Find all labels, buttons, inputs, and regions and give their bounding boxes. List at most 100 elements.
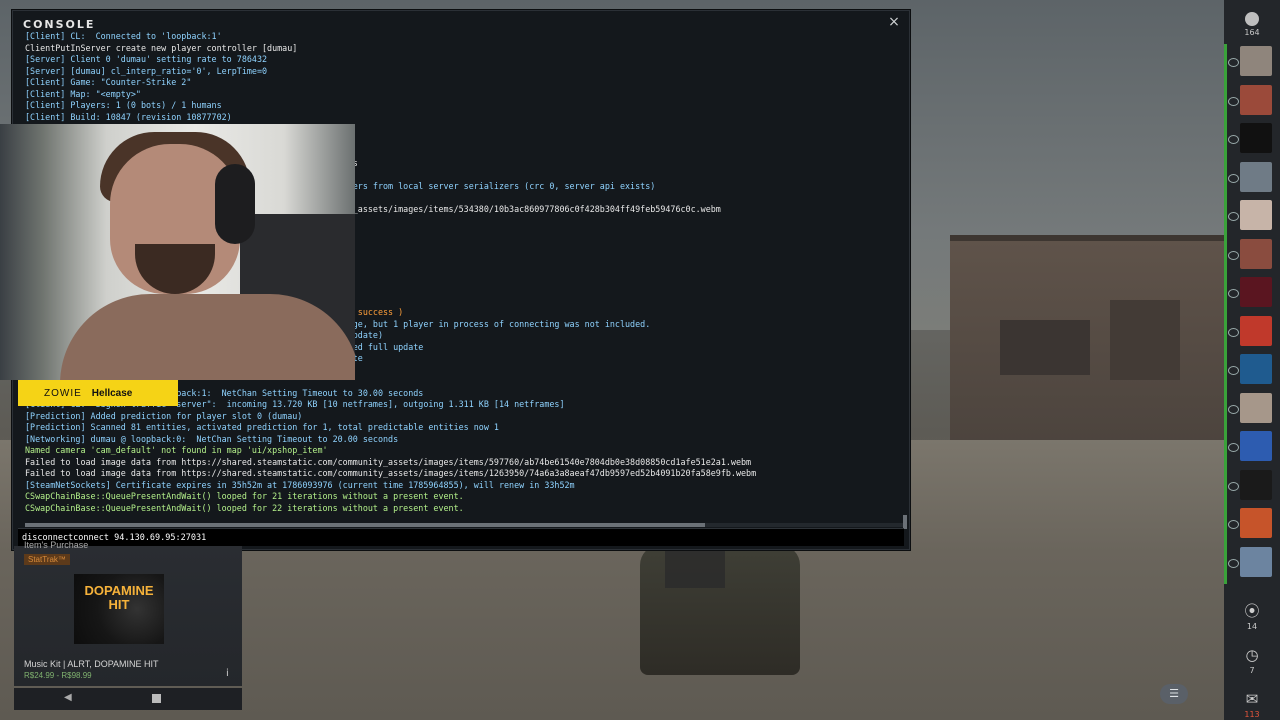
stattrak-badge: StatTrak™: [24, 554, 70, 565]
vertical-scrollbar-thumb[interactable]: [903, 515, 907, 529]
stop-icon[interactable]: [152, 694, 161, 703]
chat-button[interactable]: ☰: [1160, 684, 1188, 704]
watch-icon: [1228, 366, 1239, 375]
mail-count: 113: [1244, 710, 1260, 719]
music-kit-card[interactable]: Item's Purchase StatTrak™ DOPAMINE HIT M…: [14, 540, 242, 686]
music-kit-name: Music Kit | ALRT, DOPAMINE HIT: [24, 659, 159, 669]
watch-icon: [1228, 558, 1239, 568]
watch-icon: [1228, 327, 1239, 337]
info-icon[interactable]: ⅰ: [226, 668, 232, 680]
headset: [215, 164, 255, 244]
console-command-field[interactable]: [18, 528, 904, 546]
music-kit-art-title: DOPAMINE HIT: [84, 583, 154, 612]
friend-avatar[interactable]: [1228, 468, 1276, 504]
avatar: [1240, 238, 1272, 269]
console-line: Named camera 'cam_default' not found in …: [25, 445, 328, 455]
console-line: [Server] [dumau] cl_interp_ratio='0', Le…: [25, 65, 268, 76]
watch-icon: [1228, 58, 1239, 67]
console-line: [Prediction] Scanned 81 entities, activa…: [25, 422, 499, 432]
friend-avatar[interactable]: [1228, 352, 1276, 388]
previous-icon[interactable]: ◀: [64, 692, 72, 703]
friend-avatar[interactable]: [1228, 545, 1276, 581]
avatar: [1240, 277, 1272, 307]
building-window: [1000, 320, 1090, 375]
console-line: [Client] Build: 10847 (revision 10877702…: [25, 111, 232, 122]
recent-button[interactable]: ◷ 7: [1224, 646, 1280, 675]
watch-icon: [1228, 135, 1239, 144]
console-line: Failed to load image data from https://s…: [25, 468, 757, 478]
horizontal-scrollbar[interactable]: [25, 523, 903, 527]
friend-avatar[interactable]: [1228, 198, 1276, 234]
avatar: [1240, 315, 1272, 346]
avatar: [1240, 84, 1272, 115]
mail-button[interactable]: ✉ 113: [1224, 690, 1280, 719]
friend-avatar[interactable]: [1228, 314, 1276, 350]
clock-icon: ◷: [1245, 646, 1259, 664]
console-line: [Client] Map: "<empty>": [25, 88, 141, 99]
avatar: [1240, 546, 1272, 577]
console-line: [Client] Players: 1 (0 bots) / 1 humans: [25, 100, 222, 110]
close-icon[interactable]: ×: [887, 15, 901, 29]
friend-avatar[interactable]: [1228, 237, 1276, 273]
friend-avatar[interactable]: [1228, 83, 1276, 119]
friend-avatar[interactable]: [1228, 391, 1276, 427]
console-line: [Server] Client 0 'dumau' setting rate t…: [25, 54, 268, 64]
broadcast-icon: ⦿: [1244, 602, 1260, 620]
console-command-input[interactable]: [22, 533, 882, 543]
watch-icon: [1228, 173, 1239, 183]
friends-icon: [1245, 12, 1259, 26]
avatar: [1240, 431, 1272, 461]
watch-icon: [1228, 212, 1239, 221]
console-title: CONSOLE: [23, 18, 96, 31]
console-line: ClientPutInServer create new player cont…: [25, 42, 298, 53]
building-window: [1110, 300, 1180, 380]
watch-icon: [1228, 520, 1239, 529]
console-line: CSwapChainBase::QueuePresentAndWait() lo…: [25, 491, 464, 501]
friend-avatar[interactable]: [1228, 506, 1276, 542]
console-line: [Client] Game: "Counter-Strike 2": [25, 77, 192, 87]
friend-avatar[interactable]: [1228, 160, 1276, 196]
console-line: [SteamNetSockets] Certificate expires in…: [25, 479, 575, 490]
avatar: [1240, 46, 1272, 76]
friends-button[interactable]: 164: [1224, 12, 1280, 37]
player-weapon: [665, 548, 725, 588]
recent-count: 7: [1249, 666, 1255, 675]
music-kit-price: R$24.99 - R$98.99: [24, 671, 92, 680]
scrollbar-thumb[interactable]: [25, 523, 705, 527]
streamer-body: [60, 294, 355, 380]
webcam-overlay: [0, 124, 355, 380]
avatar: [1240, 123, 1272, 153]
avatar: [1240, 354, 1272, 384]
watch-icon: [1228, 289, 1239, 298]
console-line: CSwapChainBase::QueuePresentAndWait() lo…: [25, 502, 464, 513]
online-indicator-bar: [1224, 44, 1227, 584]
music-player-controls: ◀: [14, 688, 242, 710]
sponsor-zowie: ZOWIE: [44, 387, 82, 399]
watch-icon: [1228, 481, 1239, 491]
avatar: [1240, 508, 1272, 538]
watch-icon: [1228, 443, 1239, 452]
avatar: [1240, 392, 1272, 423]
console-line: [Prediction] Added prediction for player…: [25, 410, 303, 421]
console-line: Failed to load image data from https://s…: [25, 456, 752, 467]
sponsor-hellcase: Hellcase: [91, 387, 133, 399]
friend-avatar[interactable]: [1228, 44, 1276, 80]
card-header: Item's Purchase: [24, 540, 89, 550]
friend-avatar[interactable]: [1228, 275, 1276, 311]
avatar: [1240, 469, 1272, 500]
console-line: [Networking] dumau @ loopback:0: NetChan…: [25, 433, 399, 444]
mail-icon: ✉: [1245, 690, 1259, 708]
sponsor-banner: ZOWIE Hellcase: [18, 380, 178, 406]
watch-icon: [1228, 250, 1239, 260]
avatar: [1240, 200, 1272, 230]
chat-icon: ☰: [1169, 687, 1179, 700]
avatar: [1240, 161, 1272, 192]
friend-avatar[interactable]: [1228, 429, 1276, 465]
broadcast-count: 14: [1246, 622, 1258, 631]
watch-icon: [1228, 96, 1239, 106]
broadcast-button[interactable]: ⦿ 14: [1224, 602, 1280, 631]
friends-count: 164: [1244, 28, 1260, 37]
watch-icon: [1228, 404, 1239, 414]
console-line: [Client] CL: Connected to 'loopback:1': [25, 31, 222, 41]
friend-avatar[interactable]: [1228, 121, 1276, 157]
